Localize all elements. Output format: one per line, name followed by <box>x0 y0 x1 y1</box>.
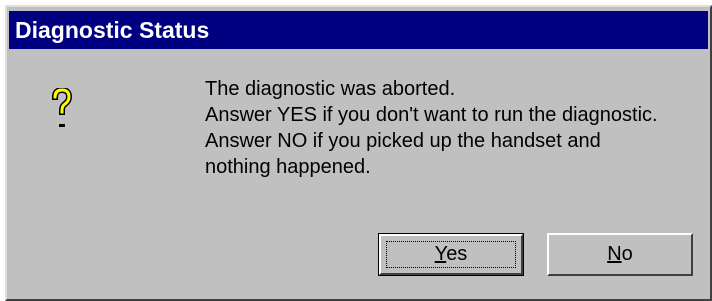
yes-button[interactable]: Yes <box>378 233 524 276</box>
no-button-label: No <box>607 243 633 266</box>
dialog-title: Diagnostic Status <box>15 17 210 43</box>
no-button[interactable]: No <box>547 233 693 276</box>
diagnostic-status-dialog: Diagnostic Status The diagnostic was abo… <box>5 5 712 301</box>
title-bar[interactable]: Diagnostic Status <box>9 11 708 49</box>
yes-label-rest: es <box>446 243 468 265</box>
yes-button-label: Yes <box>435 243 468 266</box>
message-line: The diagnostic was aborted. <box>205 78 456 100</box>
message-line: Answer YES if you don't want to run the … <box>205 104 658 126</box>
question-mark-icon <box>51 86 73 132</box>
yes-accelerator-key: Y <box>434 243 447 265</box>
message-line: Answer NO if you picked up the handset a… <box>205 130 601 152</box>
message-line: nothing happened. <box>205 156 371 178</box>
message-text: The diagnostic was aborted. Answer YES i… <box>205 76 705 180</box>
no-label-rest: o <box>621 243 633 265</box>
no-accelerator-key: N <box>607 243 622 265</box>
